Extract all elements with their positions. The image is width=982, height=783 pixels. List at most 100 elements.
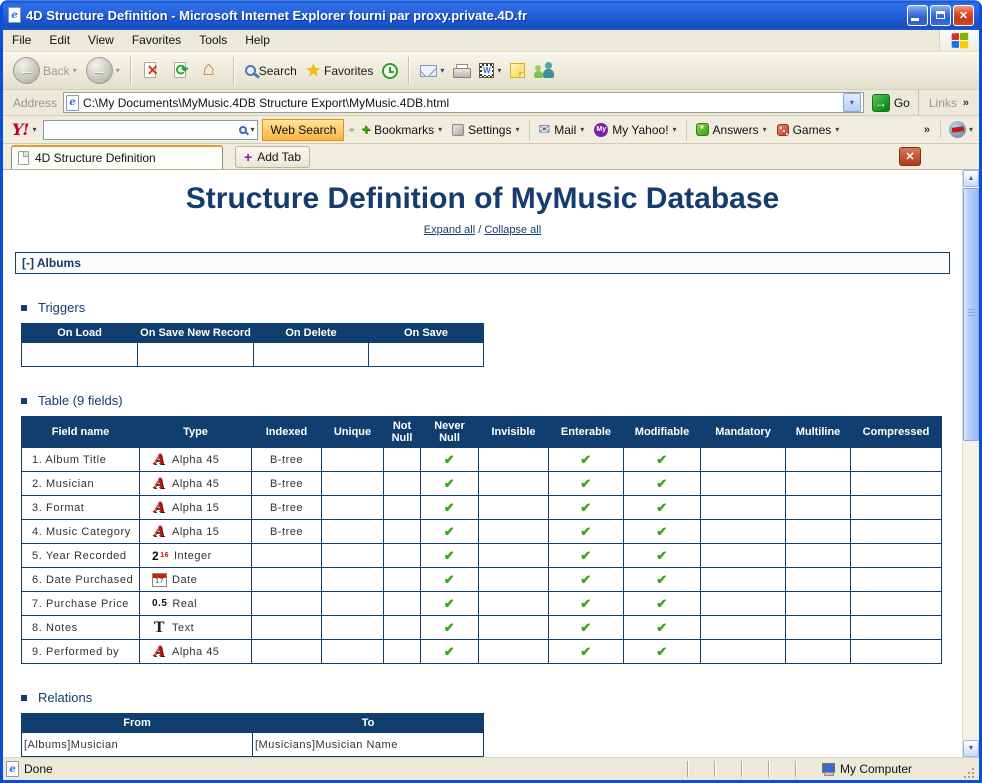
cell — [322, 616, 384, 640]
table-row: 1. Album Title AAlpha 45 B-tree ✔ ✔ ✔ — [22, 448, 942, 472]
address-dropdown-button[interactable]: ▾ — [843, 93, 861, 112]
cell — [479, 448, 549, 472]
web-search-button[interactable]: Web Search — [262, 119, 344, 141]
stop-button[interactable]: ✕ — [138, 58, 167, 83]
field-type-cell: AAlpha 45 — [140, 640, 252, 664]
yahoo-search-input[interactable] — [47, 123, 239, 137]
check-cell: ✔ — [624, 616, 701, 640]
history-button[interactable] — [378, 61, 402, 81]
toolbar-resize-handle[interactable]: ◂▸ — [348, 125, 354, 134]
close-button[interactable]: ✕ — [953, 5, 974, 26]
cell — [479, 640, 549, 664]
table-row: 5. Year Recorded 216Integer ✔ ✔ ✔ — [22, 544, 942, 568]
yahoo-mail-dropdown-icon: ▾ — [580, 125, 584, 134]
messenger-button[interactable] — [530, 60, 558, 81]
toolbar-separator — [233, 57, 235, 85]
alpha-type-icon: A — [152, 452, 167, 468]
scrollbar-thumb[interactable] — [963, 188, 979, 441]
note-icon — [510, 63, 525, 78]
check-cell: ✔ — [421, 496, 479, 520]
check-cell: ✔ — [624, 448, 701, 472]
yahoo-search-box[interactable]: ▾ — [43, 120, 258, 140]
back-button[interactable]: ← Back ▾ — [9, 55, 81, 86]
cell — [851, 640, 942, 664]
cell — [479, 472, 549, 496]
collapse-all-link[interactable]: Collapse all — [484, 224, 541, 236]
column-header: To — [253, 714, 484, 733]
tab-4d-structure-definition[interactable]: 4D Structure Definition — [11, 145, 223, 169]
yahoo-mail-button[interactable]: ✉ Mail ▾ — [536, 119, 588, 140]
check-cell: ✔ — [549, 568, 624, 592]
close-tab-button[interactable]: ✕ — [899, 147, 921, 166]
field-type-cell: AAlpha 45 — [140, 472, 252, 496]
field-name-cell: 6. Date Purchased — [22, 568, 140, 592]
mail-dropdown-icon: ▾ — [440, 66, 444, 75]
menu-file[interactable]: File — [3, 30, 40, 51]
check-cell: ✔ — [421, 592, 479, 616]
favorites-button[interactable]: ★ Favorites — [302, 59, 378, 83]
cell — [786, 616, 851, 640]
answers-button[interactable]: * Answers ▾ — [693, 121, 770, 139]
check-cell: ✔ — [421, 544, 479, 568]
my-yahoo-icon: My — [594, 123, 608, 137]
edit-button[interactable]: W ▾ — [475, 61, 505, 80]
yahoo-overflow-chevron[interactable]: » — [924, 124, 930, 136]
cell — [786, 496, 851, 520]
check-cell: ✔ — [549, 592, 624, 616]
security-zone: My Computer — [822, 762, 962, 776]
scroll-down-button[interactable]: ▼ — [963, 740, 979, 757]
maximize-button[interactable] — [930, 5, 951, 26]
menu-edit[interactable]: Edit — [40, 30, 79, 51]
yahoo-logo-button[interactable]: Y! ▾ — [9, 118, 39, 141]
tab-label: 4D Structure Definition — [35, 151, 156, 165]
home-icon: ⌂ — [203, 58, 215, 81]
scrollbar-track[interactable] — [963, 441, 979, 740]
address-bar: Address e C:\My Documents\MyMusic.4DB St… — [3, 90, 979, 116]
toolbar-separator — [130, 57, 132, 85]
field-name-cell: 7. Purchase Price — [22, 592, 140, 616]
history-clock-icon — [382, 63, 398, 79]
expand-all-link[interactable]: Expand all — [424, 224, 475, 236]
menu-view[interactable]: View — [79, 30, 123, 51]
check-cell: ✔ — [549, 448, 624, 472]
cell — [479, 592, 549, 616]
pdf-toolbar-button[interactable]: ▾ — [940, 121, 973, 138]
cell — [479, 520, 549, 544]
check-cell: ✔ — [549, 544, 624, 568]
print-button[interactable] — [449, 62, 474, 79]
go-button[interactable]: → Go — [872, 94, 910, 112]
resize-grip[interactable] — [962, 766, 976, 780]
add-tab-button[interactable]: + Add Tab — [235, 146, 310, 168]
edit-icon: W — [479, 63, 494, 78]
forward-button[interactable]: → ▾ — [82, 55, 124, 86]
settings-button[interactable]: Settings ▾ — [449, 121, 522, 139]
check-cell: ✔ — [624, 472, 701, 496]
expand-collapse-links: Expand all / Collapse all — [3, 224, 962, 236]
refresh-button[interactable]: ⟳ — [168, 58, 197, 83]
links-bar[interactable]: Links » — [918, 90, 975, 115]
table-row: [Albums]Musician [Musicians]Musician Nam… — [22, 733, 484, 757]
albums-section-toggle[interactable]: [-] Albums — [15, 252, 950, 274]
menu-tools[interactable]: Tools — [190, 30, 236, 51]
vertical-scrollbar[interactable]: ▲ ▼ — [962, 170, 979, 757]
minimize-button[interactable] — [907, 5, 928, 26]
settings-icon — [452, 124, 464, 136]
mail-button[interactable]: ▾ — [416, 63, 448, 79]
pdf-icon — [949, 121, 966, 138]
search-button[interactable]: Search — [241, 62, 301, 80]
column-header: Unique — [322, 417, 384, 448]
games-button[interactable]: Games ▾ — [774, 121, 843, 139]
discuss-button[interactable] — [506, 61, 529, 80]
menu-favorites[interactable]: Favorites — [123, 30, 190, 51]
menu-help[interactable]: Help — [236, 30, 279, 51]
cell — [322, 568, 384, 592]
status-divider — [687, 761, 689, 777]
address-input[interactable]: e C:\My Documents\MyMusic.4DB Structure … — [63, 92, 864, 113]
my-yahoo-button[interactable]: My My Yahoo! ▾ — [591, 121, 679, 139]
scroll-up-button[interactable]: ▲ — [963, 170, 979, 187]
cell — [252, 568, 322, 592]
bookmarks-button[interactable]: + Bookmarks ▾ — [358, 119, 445, 140]
table-row — [22, 343, 484, 367]
field-type-cell: 216Integer — [140, 544, 252, 568]
home-button[interactable]: ⌂ — [198, 58, 227, 83]
